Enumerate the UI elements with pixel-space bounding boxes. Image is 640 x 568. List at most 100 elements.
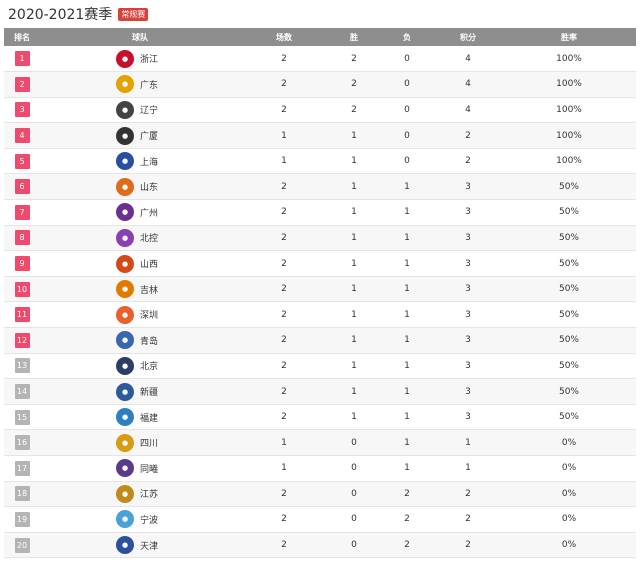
win-pct-cell: 0% <box>561 514 577 525</box>
team-logo-icon: ● <box>116 49 134 68</box>
team-cell[interactable]: ● 新疆 <box>40 382 240 401</box>
win-pct-cell: 50% <box>558 258 579 269</box>
games-cell: 2 <box>281 488 287 499</box>
wins-cell: 2 <box>351 53 357 64</box>
win-pct-cell: 100% <box>556 79 582 90</box>
rank-badge: 3 <box>14 102 30 118</box>
table-row: 9 ● 山西 2 1 1 3 50% <box>4 251 636 277</box>
team-name[interactable]: 北控 <box>140 231 164 244</box>
team-name[interactable]: 山东 <box>140 180 164 193</box>
losses-cell: 1 <box>404 181 410 192</box>
team-cell[interactable]: ● 山东 <box>40 177 240 196</box>
team-logo-icon: ● <box>116 331 134 350</box>
table-row: 12 ● 青岛 2 1 1 3 50% <box>4 327 636 354</box>
losses-cell: 1 <box>404 309 410 320</box>
team-name[interactable]: 山西 <box>140 257 164 270</box>
team-logo-icon: ● <box>116 459 134 478</box>
team-cell[interactable]: ● 同曦 <box>40 459 240 478</box>
wins-cell: 1 <box>351 258 357 269</box>
win-pct-cell: 100% <box>556 156 582 167</box>
points-cell: 3 <box>465 335 471 346</box>
losses-cell: 1 <box>404 207 410 218</box>
losses-cell: 1 <box>404 386 410 397</box>
team-name[interactable]: 吉林 <box>140 283 164 296</box>
rank-badge: 14 <box>14 384 30 400</box>
points-cell: 2 <box>465 156 471 167</box>
team-name[interactable]: 广东 <box>140 78 164 91</box>
team-cell[interactable]: ● 江苏 <box>40 484 240 503</box>
points-cell: 3 <box>465 232 471 243</box>
team-logo-icon: ● <box>116 254 134 273</box>
team-name[interactable]: 深圳 <box>140 308 164 321</box>
table-body: 1 ● 浙江 2 2 0 4 100% 2 ● 广东 2 2 0 4 100% 3 ● 辽宁 2 2 0 4 100% 4 ● 广厦… <box>4 46 636 558</box>
table-row: 8 ● 北控 2 1 1 3 50% <box>4 225 636 251</box>
losses-cell: 1 <box>404 335 410 346</box>
table-row: 6 ● 山东 2 1 1 3 50% <box>4 173 636 200</box>
points-cell: 3 <box>465 207 471 218</box>
team-name[interactable]: 江苏 <box>140 487 164 500</box>
team-logo-icon: ● <box>116 100 134 119</box>
win-pct-cell: 0% <box>561 463 577 474</box>
team-name[interactable]: 浙江 <box>140 52 164 65</box>
rank-badge: 13 <box>14 358 30 374</box>
team-name[interactable]: 广厦 <box>140 129 164 142</box>
wins-cell: 0 <box>351 437 357 448</box>
team-cell[interactable]: ● 广厦 <box>40 126 240 145</box>
wins-cell: 2 <box>351 79 357 90</box>
team-name[interactable]: 新疆 <box>140 385 164 398</box>
team-logo-icon: ● <box>116 203 134 222</box>
team-logo-icon: ● <box>116 408 134 427</box>
win-pct-cell: 50% <box>558 284 579 295</box>
team-cell[interactable]: ● 浙江 <box>40 49 240 68</box>
team-cell[interactable]: ● 北控 <box>40 228 240 247</box>
wins-cell: 1 <box>351 232 357 243</box>
win-pct-cell: 0% <box>561 488 577 499</box>
table-row: 1 ● 浙江 2 2 0 4 100% <box>4 46 636 72</box>
team-name[interactable]: 天津 <box>140 539 164 552</box>
team-name[interactable]: 北京 <box>140 359 164 372</box>
team-name[interactable]: 上海 <box>140 155 164 168</box>
team-name[interactable]: 四川 <box>140 436 164 449</box>
points-cell: 3 <box>465 412 471 423</box>
team-cell[interactable]: ● 上海 <box>40 152 240 171</box>
win-pct-cell: 50% <box>558 181 579 192</box>
table-row: 19 ● 宁波 2 0 2 2 0% <box>4 507 636 533</box>
losses-cell: 1 <box>404 412 410 423</box>
team-cell[interactable]: ● 广东 <box>40 75 240 94</box>
team-cell[interactable]: ● 四川 <box>40 433 240 452</box>
team-name[interactable]: 同曦 <box>140 462 164 475</box>
rank-badge: 6 <box>14 179 30 195</box>
team-logo-icon: ● <box>116 177 134 196</box>
team-cell[interactable]: ● 宁波 <box>40 510 240 529</box>
team-cell[interactable]: ● 深圳 <box>40 305 240 324</box>
team-cell[interactable]: ● 辽宁 <box>40 100 240 119</box>
team-cell[interactable]: ● 北京 <box>40 356 240 375</box>
win-pct-cell: 50% <box>558 360 579 371</box>
regular-season-badge[interactable]: 常规赛 <box>118 7 149 21</box>
team-cell[interactable]: ● 福建 <box>40 408 240 427</box>
col-wins: 胜 <box>350 32 358 42</box>
season-title: 2020-2021赛季 <box>8 7 113 23</box>
team-cell[interactable]: ● 山西 <box>40 254 240 273</box>
team-name[interactable]: 广州 <box>140 206 164 219</box>
points-cell: 3 <box>465 258 471 269</box>
games-cell: 2 <box>281 514 287 525</box>
losses-cell: 2 <box>404 540 410 551</box>
points-cell: 1 <box>465 463 471 474</box>
team-name[interactable]: 福建 <box>140 411 164 424</box>
team-name[interactable]: 宁波 <box>140 513 164 526</box>
team-cell[interactable]: ● 天津 <box>40 536 240 555</box>
wins-cell: 1 <box>351 181 357 192</box>
points-cell: 2 <box>465 488 471 499</box>
points-cell: 3 <box>465 386 471 397</box>
win-pct-cell: 50% <box>558 207 579 218</box>
losses-cell: 1 <box>404 258 410 269</box>
team-cell[interactable]: ● 青岛 <box>40 331 240 350</box>
wins-cell: 0 <box>351 514 357 525</box>
team-cell[interactable]: ● 广州 <box>40 203 240 222</box>
team-cell[interactable]: ● 吉林 <box>40 280 240 299</box>
losses-cell: 0 <box>404 130 410 141</box>
team-name[interactable]: 辽宁 <box>140 103 164 116</box>
team-name[interactable]: 青岛 <box>140 334 164 347</box>
table-row: 18 ● 江苏 2 0 2 2 0% <box>4 481 636 507</box>
